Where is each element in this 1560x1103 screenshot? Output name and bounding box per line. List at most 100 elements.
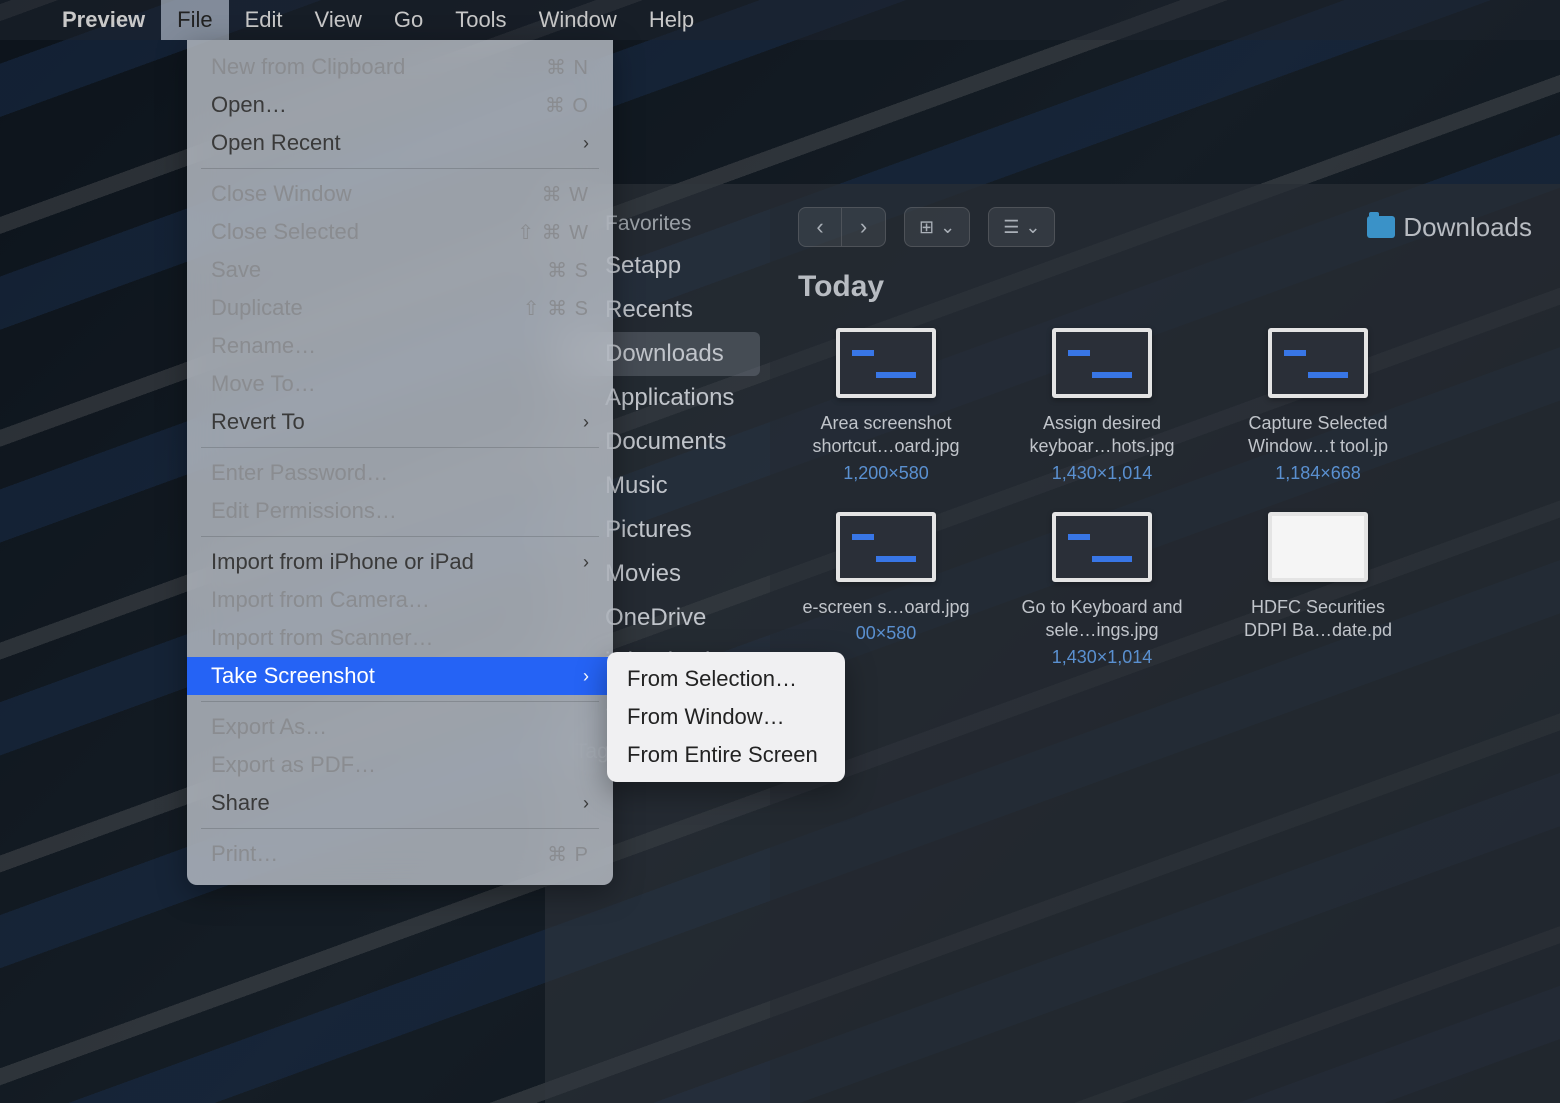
file-name-label: Assign desired keyboar…hots.jpg xyxy=(1014,412,1190,459)
menu-separator xyxy=(201,828,599,829)
menu-item-rename: Rename… xyxy=(187,327,613,365)
menu-item-import-from-scanner: Import from Scanner… xyxy=(187,619,613,657)
menubar-item-edit[interactable]: Edit xyxy=(229,0,299,40)
menubar-app-name[interactable]: Preview xyxy=(46,0,161,40)
menu-item-share[interactable]: Share› xyxy=(187,784,613,822)
menu-item-print: Print… ⌘ P xyxy=(187,835,613,873)
file-thumbnail xyxy=(836,328,936,398)
file-item[interactable]: Assign desired keyboar…hots.jpg 1,430×1,0… xyxy=(1014,328,1190,484)
file-dimensions-label: 00×580 xyxy=(856,623,917,644)
section-header: Today xyxy=(798,270,1532,304)
file-thumbnail xyxy=(836,512,936,582)
menubar-item-help[interactable]: Help xyxy=(633,0,710,40)
file-item[interactable]: HDFC Securities DDPI Ba…date.pd xyxy=(1230,512,1406,668)
file-dimensions-label: 1,430×1,014 xyxy=(1052,463,1153,484)
menubar-item-view[interactable]: View xyxy=(299,0,378,40)
file-name-label: Go to Keyboard and sele…ings.jpg xyxy=(1014,596,1190,643)
folder-icon xyxy=(1367,216,1395,238)
menu-shortcut: ⌘ O xyxy=(545,93,589,118)
menubar-item-window[interactable]: Window xyxy=(523,0,633,40)
menu-item-label: Open Recent xyxy=(211,130,341,156)
chevron-right-icon: › xyxy=(583,552,589,573)
menu-item-label: Print… xyxy=(211,841,278,867)
menu-item-new-from-clipboard: New from Clipboard ⌘ N xyxy=(187,48,613,86)
icon-view-button[interactable]: ⊞⌄ xyxy=(904,207,970,247)
menu-item-close-window: Close Window ⌘ W xyxy=(187,175,613,213)
forward-button[interactable]: › xyxy=(842,207,886,247)
menu-item-close-selected: Close Selected ⇧ ⌘ W xyxy=(187,213,613,251)
file-thumbnail xyxy=(1268,512,1368,582)
menu-item-revert-to[interactable]: Revert To› xyxy=(187,403,613,441)
nav-buttons: ‹ › xyxy=(798,207,886,247)
file-name-label: Capture Selected Window…t tool.jp xyxy=(1230,412,1406,459)
finder-main: ‹ › ⊞⌄ ☰⌄ Downloads Today Area screensho… xyxy=(770,184,1560,1103)
menu-item-label: Close Selected xyxy=(211,219,359,245)
menu-separator xyxy=(201,536,599,537)
file-item[interactable]: e-screen s…oard.jpg 00×580 xyxy=(798,512,974,668)
menu-separator xyxy=(201,168,599,169)
group-icon: ☰ xyxy=(1003,217,1019,238)
menu-item-label: Rename… xyxy=(211,333,316,359)
menu-item-take-screenshot[interactable]: Take Screenshot› xyxy=(187,657,613,695)
menu-item-label: Take Screenshot xyxy=(211,663,375,689)
grid-icon: ⊞ xyxy=(919,217,934,238)
finder-window: Favorites SetappRecentsDownloadsApplicat… xyxy=(545,184,1560,1103)
file-item[interactable]: Go to Keyboard and sele…ings.jpg 1,430×1,… xyxy=(1014,512,1190,668)
chevron-left-icon: ‹ xyxy=(816,214,823,240)
menu-separator xyxy=(201,701,599,702)
menu-shortcut: ⇧ ⌘ S xyxy=(523,296,589,321)
menu-item-save: Save⌘ S xyxy=(187,251,613,289)
file-name-label: Area screenshot shortcut…oard.jpg xyxy=(798,412,974,459)
menubar-item-file[interactable]: File xyxy=(161,0,228,40)
submenu-from-entire-screen[interactable]: From Entire Screen xyxy=(607,736,845,774)
file-name-label: e-screen s…oard.jpg xyxy=(802,596,969,619)
chevron-right-icon: › xyxy=(583,793,589,814)
file-item[interactable]: Area screenshot shortcut…oard.jpg 1,200×5… xyxy=(798,328,974,484)
menu-item-duplicate: Duplicate ⇧ ⌘ S xyxy=(187,289,613,327)
file-dimensions-label: 1,430×1,014 xyxy=(1052,647,1153,668)
menu-item-label: Move To… xyxy=(211,371,316,397)
menu-item-export-as-pdf: Export as PDF… xyxy=(187,746,613,784)
menu-item-open[interactable]: Open… ⌘ O xyxy=(187,86,613,124)
menu-item-label: Import from iPhone or iPad xyxy=(211,549,474,575)
file-dimensions-label: 1,184×668 xyxy=(1275,463,1361,484)
menu-item-label: Close Window xyxy=(211,181,352,207)
menu-item-import-from-iphone-or-ipad[interactable]: Import from iPhone or iPad › xyxy=(187,543,613,581)
menu-item-edit-permissions: Edit Permissions… xyxy=(187,492,613,530)
location-label: Downloads xyxy=(1403,212,1532,243)
file-thumbnail xyxy=(1268,328,1368,398)
menu-item-label: New from Clipboard xyxy=(211,54,405,80)
menu-item-export-as: Export As… xyxy=(187,708,613,746)
chevron-down-icon: ⌄ xyxy=(1025,217,1040,238)
menu-shortcut: ⌘ W xyxy=(542,182,589,207)
menu-item-enter-password: Enter Password… xyxy=(187,454,613,492)
menu-shortcut: ⌘ P xyxy=(547,842,589,867)
back-button[interactable]: ‹ xyxy=(798,207,842,247)
menu-item-label: Edit Permissions… xyxy=(211,498,397,524)
menu-shortcut: ⇧ ⌘ W xyxy=(517,220,589,245)
menubar-item-go[interactable]: Go xyxy=(378,0,439,40)
menu-item-open-recent[interactable]: Open Recent› xyxy=(187,124,613,162)
submenu-from-selection[interactable]: From Selection… xyxy=(607,660,845,698)
menu-item-label: Open… xyxy=(211,92,287,118)
menu-item-label: Enter Password… xyxy=(211,460,388,486)
file-thumbnail xyxy=(1052,512,1152,582)
finder-toolbar: ‹ › ⊞⌄ ☰⌄ Downloads xyxy=(770,184,1560,270)
chevron-right-icon: › xyxy=(860,214,867,240)
file-grid: Area screenshot shortcut…oard.jpg 1,200×5… xyxy=(798,328,1532,668)
file-item[interactable]: Capture Selected Window…t tool.jp 1,184×6… xyxy=(1230,328,1406,484)
menu-item-label: Save xyxy=(211,257,261,283)
file-dimensions-label: 1,200×580 xyxy=(843,463,929,484)
menu-item-label: Import from Scanner… xyxy=(211,625,434,651)
menu-shortcut: ⌘ N xyxy=(546,55,589,80)
submenu-from-window[interactable]: From Window… xyxy=(607,698,845,736)
menu-item-label: Export As… xyxy=(211,714,327,740)
location-indicator[interactable]: Downloads xyxy=(1367,212,1532,243)
menu-item-move-to: Move To… xyxy=(187,365,613,403)
menubar-item-tools[interactable]: Tools xyxy=(439,0,522,40)
group-view-button[interactable]: ☰⌄ xyxy=(988,207,1055,247)
menu-item-label: Duplicate xyxy=(211,295,303,321)
content-area: Today Area screenshot shortcut…oard.jpg 1… xyxy=(770,270,1560,1103)
menu-separator xyxy=(201,447,599,448)
menu-item-label: Import from Camera… xyxy=(211,587,430,613)
